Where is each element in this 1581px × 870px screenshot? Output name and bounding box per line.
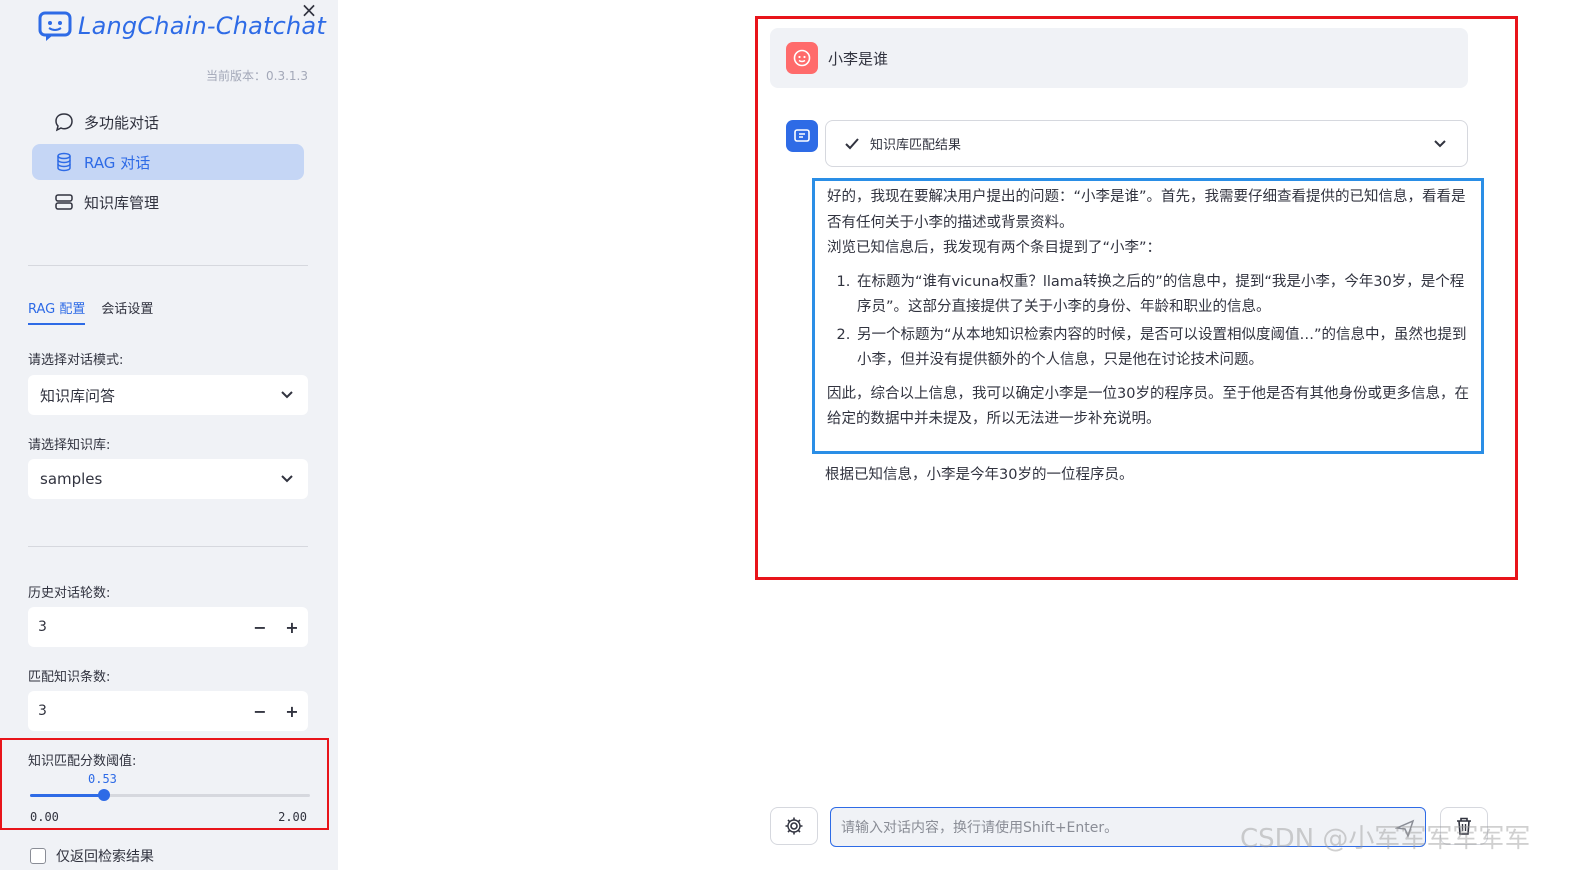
kb-select-value: samples — [40, 470, 103, 488]
retrieval-only-row[interactable]: 仅返回检索结果 — [30, 846, 154, 866]
sidebar-item-kb-manage[interactable]: 知识库管理 — [32, 184, 304, 220]
reasoning-paragraph: 好的，我现在要解决用户提出的问题：“小李是谁”。首先，我需要仔细查看提供的已知信… — [827, 189, 1466, 231]
sidebar-nav: 多功能对话 RAG 对话 知识库管理 — [32, 104, 304, 224]
threshold-max: 2.00 — [278, 810, 307, 824]
mode-select-value: 知识库问答 — [40, 386, 116, 405]
list-item: 在标题为“谁有vicuna权重？llama转换之后的”的信息中，提到“我是小李，… — [855, 270, 1469, 321]
list-item: 另一个标题为“从本地知识检索内容的时候，是否可以设置相似度阈值…”的信息中，虽然… — [855, 323, 1469, 374]
chat-bubble-icon — [55, 113, 73, 132]
topk-input[interactable]: 3 — [38, 703, 244, 719]
user-face-icon — [793, 49, 811, 67]
reasoning-list: 在标题为“谁有vicuna权重？llama转换之后的”的信息中，提到“我是小李，… — [855, 270, 1469, 374]
mode-label: 请选择对话模式: — [28, 353, 124, 368]
history-input[interactable]: 3 — [38, 619, 244, 635]
sidebar-item-rag-chat[interactable]: RAG 对话 — [32, 144, 304, 180]
divider — [28, 546, 308, 547]
threshold-value: 0.53 — [88, 772, 117, 786]
topk-stepper: 3 − + — [28, 691, 308, 731]
check-icon — [845, 137, 859, 149]
user-message: 小李是谁 — [770, 28, 1468, 88]
chevron-down-icon — [281, 391, 293, 399]
sidebar-item-label: 知识库管理 — [84, 193, 160, 212]
history-label: 历史对话轮数: — [28, 586, 111, 601]
sidebar-item-label: 多功能对话 — [84, 113, 160, 132]
chevron-down-icon — [1434, 139, 1446, 147]
watermark: CSDN @小军军军军军军 — [1240, 824, 1531, 854]
kb-results-expander[interactable]: 知识库匹配结果 — [825, 120, 1468, 167]
retrieval-only-label: 仅返回检索结果 — [56, 849, 154, 865]
assistant-avatar — [786, 120, 818, 152]
server-icon — [55, 194, 73, 210]
mode-select[interactable]: 知识库问答 — [28, 375, 308, 415]
chevron-down-icon — [281, 475, 293, 483]
logo-text: LangChain-Chatchat — [78, 12, 326, 40]
topk-label: 匹配知识条数: — [28, 670, 111, 685]
sidebar-item-label: RAG 对话 — [84, 153, 151, 172]
threshold-slider-thumb[interactable] — [98, 789, 110, 801]
tab-rag-config[interactable]: RAG 配置 — [28, 298, 86, 325]
reasoning-box: 好的，我现在要解决用户提出的问题：“小李是谁”。首先，我需要仔细查看提供的已知信… — [812, 178, 1484, 454]
threshold-slider-track[interactable] — [30, 789, 310, 801]
threshold-slider-highlight: 知识匹配分数阈值: 0.53 0.00 2.00 — [0, 738, 329, 830]
chat-logo-icon — [38, 11, 72, 41]
user-message-text: 小李是谁 — [828, 49, 889, 68]
chat-input-placeholder: 请输入对话内容，换行请使用Shift+Enter。 — [841, 820, 1119, 836]
settings-button[interactable] — [770, 807, 818, 845]
reasoning-paragraph: 因此，综合以上信息，我可以确定小李是一位30岁的程序员。至于他是否有其他身份或更… — [827, 385, 1469, 428]
kb-select[interactable]: samples — [28, 459, 308, 499]
increment-button[interactable]: + — [276, 702, 308, 721]
database-icon — [57, 152, 71, 172]
increment-button[interactable]: + — [276, 618, 308, 637]
decrement-button[interactable]: − — [244, 702, 276, 721]
retrieval-only-checkbox[interactable] — [30, 848, 46, 864]
kb-label: 请选择知识库: — [28, 438, 111, 453]
logo: LangChain-Chatchat — [38, 10, 326, 42]
user-avatar — [786, 42, 818, 74]
bot-icon — [794, 129, 810, 142]
divider — [28, 265, 308, 266]
threshold-label: 知识匹配分数阈值: — [28, 754, 137, 769]
threshold-min: 0.00 — [30, 810, 59, 824]
tab-session-settings[interactable]: 会话设置 — [101, 298, 153, 325]
gear-icon — [785, 817, 803, 835]
expander-label: 知识库匹配结果 — [870, 138, 962, 153]
config-tabs: RAG 配置 会话设置 — [28, 298, 153, 325]
threshold-slider-fill — [30, 794, 104, 797]
reasoning-paragraph: 浏览已知信息后，我发现有两个条目提到了“小李”： — [827, 240, 1162, 256]
version-label: 当前版本：0.3.1.3 — [206, 69, 308, 83]
sidebar-item-multi-chat[interactable]: 多功能对话 — [32, 104, 304, 140]
history-stepper: 3 − + — [28, 607, 308, 647]
decrement-button[interactable]: − — [244, 618, 276, 637]
assistant-answer: 根据已知信息，小李是今年30岁的一位程序员。 — [825, 467, 1134, 483]
